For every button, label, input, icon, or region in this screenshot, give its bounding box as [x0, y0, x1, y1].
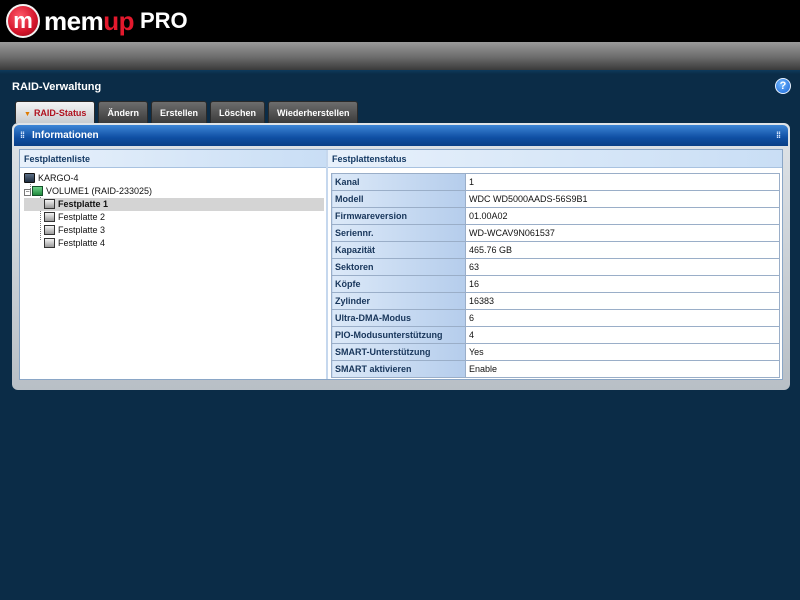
row-label: Seriennr.: [331, 224, 466, 242]
tab-aendern[interactable]: Ändern: [98, 101, 148, 123]
server-icon: [24, 173, 35, 183]
disk-list-header: Festplattenliste: [20, 150, 326, 168]
menu-bar: [0, 42, 800, 70]
table-row: Sektoren 63: [331, 258, 780, 276]
table-row: SMART-Unterstützung Yes: [331, 343, 780, 361]
row-label: Zylinder: [331, 292, 466, 310]
row-value: Yes: [465, 343, 780, 361]
row-value: WD-WCAV9N061537: [465, 224, 780, 242]
panel-header: ⁞⁞ Informationen ⁞⁞: [14, 125, 788, 146]
logo-badge: m: [6, 4, 40, 38]
table-row: Firmwareversion 01.00A02: [331, 207, 780, 225]
table-row: Zylinder 16383: [331, 292, 780, 310]
row-value: 6: [465, 309, 780, 327]
arrow-down-icon: ▼: [24, 111, 31, 118]
logo-wordmark: memup: [44, 5, 134, 36]
table-row: Modell WDC WD5000AADS-56S9B1: [331, 190, 780, 208]
hard-disk-icon: [44, 199, 55, 209]
tree-node-disk-1[interactable]: Festplatte 1: [24, 198, 324, 211]
collapse-grip-icon[interactable]: ⁞⁞: [776, 129, 781, 141]
disk-tree: KARGO-4 − VOLUME1 (RAID-233025) Festplatt…: [24, 172, 324, 250]
tree-node-disk-3[interactable]: Festplatte 3: [24, 224, 324, 237]
row-label: Sektoren: [331, 258, 466, 276]
row-value: 63: [465, 258, 780, 276]
help-icon[interactable]: ?: [775, 78, 791, 94]
column-divider: [326, 150, 328, 379]
page-title: RAID-Verwaltung: [12, 81, 102, 93]
table-row: Seriennr. WD-WCAV9N061537: [331, 224, 780, 242]
table-row: SMART aktivieren Enable: [331, 360, 780, 378]
row-label: Köpfe: [331, 275, 466, 293]
top-bar: m memup PRO: [0, 0, 800, 42]
tree-node-server[interactable]: KARGO-4: [24, 172, 324, 185]
disk-status-header: Festplattenstatus: [328, 150, 782, 168]
collapse-icon[interactable]: −: [24, 189, 31, 196]
row-value: 465.76 GB: [465, 241, 780, 259]
tab-raid-status[interactable]: ▼ RAID-Status: [15, 101, 96, 123]
row-value: 16383: [465, 292, 780, 310]
row-value: 16: [465, 275, 780, 293]
tab-bar: ▼ RAID-Status Ändern Erstellen Löschen Wi…: [15, 101, 361, 123]
row-label: Kanal: [331, 173, 466, 191]
row-value: 1: [465, 173, 780, 191]
row-label: SMART-Unterstützung: [331, 343, 466, 361]
volume-icon: [32, 186, 43, 196]
tree-node-disk-2[interactable]: Festplatte 2: [24, 211, 324, 224]
hard-disk-icon: [44, 238, 55, 248]
tree-node-disk-4[interactable]: Festplatte 4: [24, 237, 324, 250]
tab-wiederherstellen[interactable]: Wiederherstellen: [268, 101, 359, 123]
panel-title: Informationen: [32, 130, 99, 141]
table-row: Kanal 1: [331, 173, 780, 191]
panel-body: Festplattenliste Festplattenstatus KARGO…: [19, 149, 783, 380]
row-value: 4: [465, 326, 780, 344]
table-row: PIO-Modusunterstützung 4: [331, 326, 780, 344]
row-label: Modell: [331, 190, 466, 208]
tree-node-volume[interactable]: − VOLUME1 (RAID-233025): [24, 185, 324, 198]
memup-pro-logo: m memup PRO: [6, 3, 188, 39]
row-label: SMART aktivieren: [331, 360, 466, 378]
logo-pro: PRO: [139, 8, 188, 33]
row-value: Enable: [465, 360, 780, 378]
row-value: WDC WD5000AADS-56S9B1: [465, 190, 780, 208]
hard-disk-icon: [44, 212, 55, 222]
table-row: Kapazität 465.76 GB: [331, 241, 780, 259]
tab-loeschen[interactable]: Löschen: [209, 101, 265, 123]
row-label: Kapazität: [331, 241, 466, 259]
table-row: Köpfe 16: [331, 275, 780, 293]
divider-stripe: [0, 70, 800, 74]
tab-erstellen[interactable]: Erstellen: [150, 101, 207, 123]
row-value: 01.00A02: [465, 207, 780, 225]
disk-status-table: Kanal 1 Modell WDC WD5000AADS-56S9B1 Firmw…: [331, 173, 780, 378]
hard-disk-icon: [44, 225, 55, 235]
table-row: Ultra-DMA-Modus 6: [331, 309, 780, 327]
grip-left-icon: ⁞⁞: [20, 130, 25, 140]
row-label: PIO-Modusunterstützung: [331, 326, 466, 344]
row-label: Firmwareversion: [331, 207, 466, 225]
row-label: Ultra-DMA-Modus: [331, 309, 466, 327]
